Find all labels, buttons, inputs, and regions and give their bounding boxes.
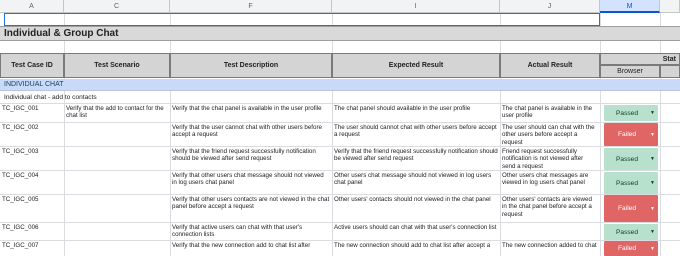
status-dropdown-passed[interactable]: Passed ▼ <box>604 224 658 240</box>
cell-test-case-id[interactable]: TC_IGC_003 <box>0 147 64 170</box>
header-status-next[interactable] <box>660 65 680 78</box>
cell-actual-result[interactable]: Other users' contacts are viewed in the … <box>500 195 600 222</box>
status-label: Passed <box>616 109 639 117</box>
status-label: Failed <box>618 245 636 252</box>
section-header: INDIVIDUAL CHAT <box>0 79 680 91</box>
cell-test-case-id[interactable]: TC_IGC_006 <box>0 223 64 240</box>
column-header-c[interactable]: C <box>64 0 170 13</box>
column-header-m[interactable]: M <box>600 0 660 13</box>
status-dropdown-passed[interactable]: Passed ▼ <box>604 148 658 170</box>
header-test-case-id[interactable]: Test Case ID <box>0 53 64 78</box>
cell-actual-result[interactable]: The chat panel is available in the user … <box>500 104 600 122</box>
cell-test-description[interactable]: Verify that the new connection add to ch… <box>170 241 332 256</box>
cell-test-description[interactable]: Verify that the friend request successfu… <box>170 147 332 170</box>
dropdown-arrow-icon: ▼ <box>650 205 655 212</box>
header-expected-result[interactable]: Expected Result <box>332 53 500 78</box>
header-test-description[interactable]: Test Description <box>170 53 332 78</box>
dropdown-arrow-icon: ▼ <box>650 131 655 138</box>
status-dropdown-failed[interactable]: Failed ▼ <box>604 195 658 222</box>
cell-test-case-id[interactable]: TC_IGC_002 <box>0 123 64 146</box>
cell-expected-result[interactable]: Other users' contacts should not viewed … <box>332 195 500 222</box>
status-dropdown-failed[interactable]: Failed ▼ <box>604 241 658 256</box>
column-header-i[interactable]: I <box>332 0 500 13</box>
status-label: Failed <box>618 131 636 138</box>
cell-test-case-id[interactable]: TC_IGC_004 <box>0 171 64 194</box>
column-header-f[interactable]: F <box>170 0 332 13</box>
cell-test-description[interactable]: Verify that other users contacts are not… <box>170 195 332 222</box>
dropdown-arrow-icon: ▼ <box>650 180 655 186</box>
cell-expected-result[interactable]: Verify that the friend request successfu… <box>332 147 500 170</box>
cell-expected-result[interactable]: The new connection should add to chat li… <box>332 241 500 256</box>
grid-line <box>64 13 65 256</box>
cell-test-description[interactable]: Verify that the chat panel is available … <box>170 104 332 122</box>
dropdown-arrow-icon: ▼ <box>650 110 655 116</box>
cell-actual-result[interactable]: Other users chat messages are viewed in … <box>500 171 600 194</box>
status-dropdown-passed[interactable]: Passed ▼ <box>604 172 658 194</box>
status-dropdown-failed[interactable]: Failed ▼ <box>604 123 658 146</box>
subsection-header: Individual chat - add to contacts <box>4 94 97 101</box>
grid-line <box>600 13 601 256</box>
column-header-next[interactable] <box>660 0 680 13</box>
cell-expected-result[interactable]: Other users chat message should not view… <box>332 171 500 194</box>
header-test-scenario[interactable]: Test Scenario <box>64 53 170 78</box>
sheet-title: Individual & Group Chat <box>0 26 680 41</box>
cell-test-scenario[interactable]: Verify that the add to contact for the c… <box>64 104 170 122</box>
status-label: Passed <box>616 228 639 236</box>
dropdown-arrow-icon: ▼ <box>650 245 655 252</box>
grid-line <box>660 13 661 256</box>
cell-actual-result[interactable] <box>500 223 600 240</box>
cell-expected-result[interactable]: Active users should can chat with that u… <box>332 223 500 240</box>
cell-actual-result[interactable]: Friend request successfully notification… <box>500 147 600 170</box>
header-status[interactable]: Stat <box>600 53 680 65</box>
column-header-j[interactable]: J <box>500 0 600 13</box>
dropdown-arrow-icon: ▼ <box>650 229 655 235</box>
column-header-a[interactable]: A <box>0 0 64 13</box>
status-label: Passed <box>616 155 639 163</box>
status-dropdown-passed[interactable]: Passed ▼ <box>604 105 658 121</box>
cell-expected-result[interactable]: The chat panel should available in the u… <box>332 104 500 122</box>
cell-test-description[interactable]: Verify that active users can chat with t… <box>170 223 332 240</box>
header-actual-result[interactable]: Actual Result <box>500 53 600 78</box>
status-label: Passed <box>616 179 639 187</box>
dropdown-arrow-icon: ▼ <box>650 156 655 162</box>
cell-test-description[interactable]: Verify that the user cannot chat with ot… <box>170 123 332 146</box>
selected-range[interactable] <box>4 13 600 26</box>
cell-test-case-id[interactable]: TC_IGC_005 <box>0 195 64 222</box>
cell-test-case-id[interactable]: TC_IGC_001 <box>0 104 64 122</box>
cell-expected-result[interactable]: The user should cannot chat with other u… <box>332 123 500 146</box>
status-label: Failed <box>618 205 636 212</box>
cell-actual-result[interactable]: The user should can chat with the other … <box>500 123 600 146</box>
header-browser[interactable]: Browser <box>600 65 660 78</box>
cell-test-description[interactable]: Verify that other users chat message sho… <box>170 171 332 194</box>
cell-actual-result[interactable]: The new connection added to chat <box>500 241 600 256</box>
cell-test-case-id[interactable]: TC_IGC_007 <box>0 241 64 256</box>
